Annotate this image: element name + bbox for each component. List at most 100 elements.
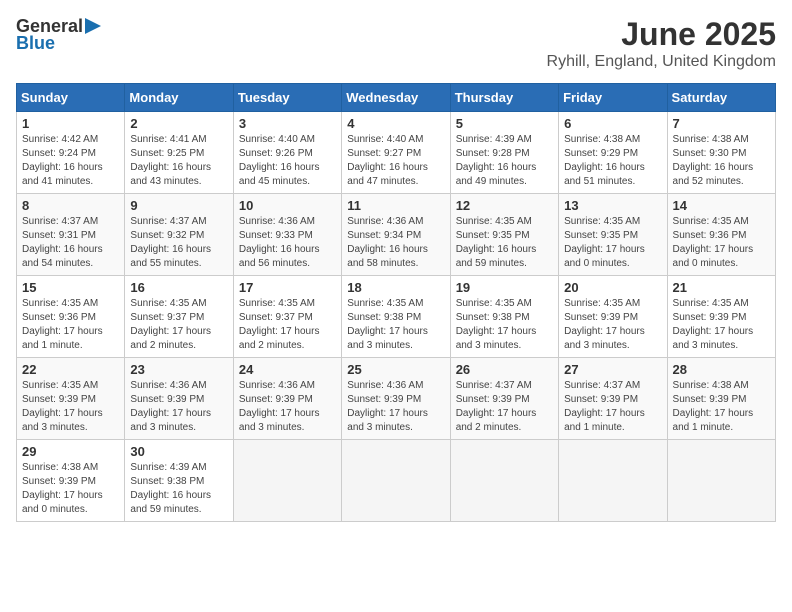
day-info: Sunrise: 4:36 AMSunset: 9:33 PMDaylight:… [239,215,336,271]
day-info: Sunrise: 4:39 AMSunset: 9:38 PMDaylight:… [130,461,227,517]
table-row [233,440,341,522]
day-number: 2 [130,116,227,131]
table-row: 14Sunrise: 4:35 AMSunset: 9:36 PMDayligh… [667,194,775,276]
day-info: Sunrise: 4:37 AMSunset: 9:39 PMDaylight:… [456,379,553,435]
table-row: 27 Sunrise: 4:37 AMSunset: 9:39 PMDayligh… [559,358,667,440]
table-row: 7Sunrise: 4:38 AMSunset: 9:30 PMDaylight… [667,112,775,194]
logo-blue-text: Blue [16,33,55,54]
day-info: Sunrise: 4:42 AMSunset: 9:24 PMDaylight:… [22,133,119,189]
col-friday: Friday [559,84,667,112]
day-number: 10 [239,198,336,213]
col-tuesday: Tuesday [233,84,341,112]
logo-arrow-icon [85,16,105,36]
table-row: 6 Sunrise: 4:38 AMSunset: 9:29 PMDaylight… [559,112,667,194]
col-thursday: Thursday [450,84,558,112]
calendar-header-row: Sunday Monday Tuesday Wednesday Thursday… [17,84,776,112]
table-row: 23Sunrise: 4:36 AMSunset: 9:39 PMDayligh… [125,358,233,440]
table-row: 21 Sunrise: 4:35 AMSunset: 9:39 PMDayligh… [667,276,775,358]
calendar-week-row: 15Sunrise: 4:35 AMSunset: 9:36 PMDayligh… [17,276,776,358]
calendar-week-row: 1Sunrise: 4:42 AMSunset: 9:24 PMDaylight… [17,112,776,194]
day-info: Sunrise: 4:38 AMSunset: 9:39 PMDaylight:… [22,461,119,517]
table-row: 17 Sunrise: 4:35 AMSunset: 9:37 PMDayligh… [233,276,341,358]
day-number: 30 [130,444,227,459]
day-number: 25 [347,362,444,377]
day-number: 17 [239,280,336,295]
table-row: 18 Sunrise: 4:35 AMSunset: 9:38 PMDayligh… [342,276,450,358]
day-number: 5 [456,116,553,131]
table-row: 4 Sunrise: 4:40 AMSunset: 9:27 PMDaylight… [342,112,450,194]
day-info: Sunrise: 4:37 AMSunset: 9:32 PMDaylight:… [130,215,227,271]
day-info: Sunrise: 4:35 AMSunset: 9:37 PMDaylight:… [130,297,227,353]
day-number: 13 [564,198,661,213]
table-row: 25 Sunrise: 4:36 AMSunset: 9:39 PMDayligh… [342,358,450,440]
day-info: Sunrise: 4:38 AMSunset: 9:39 PMDaylight:… [673,379,770,435]
table-row: 28 Sunrise: 4:38 AMSunset: 9:39 PMDayligh… [667,358,775,440]
day-info: Sunrise: 4:36 AMSunset: 9:34 PMDaylight:… [347,215,444,271]
day-info: Sunrise: 4:38 AMSunset: 9:30 PMDaylight:… [673,133,770,189]
table-row: 3 Sunrise: 4:40 AMSunset: 9:26 PMDaylight… [233,112,341,194]
day-info: Sunrise: 4:36 AMSunset: 9:39 PMDaylight:… [130,379,227,435]
table-row: 19Sunrise: 4:35 AMSunset: 9:38 PMDayligh… [450,276,558,358]
day-info: Sunrise: 4:39 AMSunset: 9:28 PMDaylight:… [456,133,553,189]
table-row: 16 Sunrise: 4:35 AMSunset: 9:37 PMDayligh… [125,276,233,358]
table-row: 30 Sunrise: 4:39 AMSunset: 9:38 PMDayligh… [125,440,233,522]
col-sunday: Sunday [17,84,125,112]
day-info: Sunrise: 4:40 AMSunset: 9:26 PMDaylight:… [239,133,336,189]
day-info: Sunrise: 4:35 AMSunset: 9:39 PMDaylight:… [673,297,770,353]
day-number: 14 [673,198,770,213]
day-number: 27 [564,362,661,377]
col-monday: Monday [125,84,233,112]
day-number: 4 [347,116,444,131]
day-info: Sunrise: 4:36 AMSunset: 9:39 PMDaylight:… [239,379,336,435]
day-number: 19 [456,280,553,295]
col-wednesday: Wednesday [342,84,450,112]
table-row: 12Sunrise: 4:35 AMSunset: 9:35 PMDayligh… [450,194,558,276]
day-number: 29 [22,444,119,459]
day-number: 26 [456,362,553,377]
day-info: Sunrise: 4:35 AMSunset: 9:39 PMDaylight:… [22,379,119,435]
col-saturday: Saturday [667,84,775,112]
table-row: 24Sunrise: 4:36 AMSunset: 9:39 PMDayligh… [233,358,341,440]
day-info: Sunrise: 4:35 AMSunset: 9:35 PMDaylight:… [564,215,661,271]
table-row: 5 Sunrise: 4:39 AMSunset: 9:28 PMDaylight… [450,112,558,194]
table-row [342,440,450,522]
table-row: 1Sunrise: 4:42 AMSunset: 9:24 PMDaylight… [17,112,125,194]
day-info: Sunrise: 4:36 AMSunset: 9:39 PMDaylight:… [347,379,444,435]
day-info: Sunrise: 4:35 AMSunset: 9:35 PMDaylight:… [456,215,553,271]
table-row: 10 Sunrise: 4:36 AMSunset: 9:33 PMDayligh… [233,194,341,276]
day-info: Sunrise: 4:37 AMSunset: 9:31 PMDaylight:… [22,215,119,271]
calendar-table: Sunday Monday Tuesday Wednesday Thursday… [16,83,776,522]
table-row: 20Sunrise: 4:35 AMSunset: 9:39 PMDayligh… [559,276,667,358]
day-number: 18 [347,280,444,295]
table-row: 9 Sunrise: 4:37 AMSunset: 9:32 PMDaylight… [125,194,233,276]
table-row: 8 Sunrise: 4:37 AMSunset: 9:31 PMDaylight… [17,194,125,276]
day-info: Sunrise: 4:40 AMSunset: 9:27 PMDaylight:… [347,133,444,189]
table-row: 22 Sunrise: 4:35 AMSunset: 9:39 PMDayligh… [17,358,125,440]
month-title: June 2025 [547,16,776,53]
day-number: 11 [347,198,444,213]
day-number: 28 [673,362,770,377]
day-number: 6 [564,116,661,131]
day-info: Sunrise: 4:35 AMSunset: 9:38 PMDaylight:… [347,297,444,353]
day-number: 16 [130,280,227,295]
table-row [450,440,558,522]
table-row: 26 Sunrise: 4:37 AMSunset: 9:39 PMDayligh… [450,358,558,440]
day-info: Sunrise: 4:35 AMSunset: 9:37 PMDaylight:… [239,297,336,353]
day-info: Sunrise: 4:37 AMSunset: 9:39 PMDaylight:… [564,379,661,435]
day-number: 22 [22,362,119,377]
day-number: 9 [130,198,227,213]
table-row [667,440,775,522]
day-number: 8 [22,198,119,213]
day-number: 21 [673,280,770,295]
location-subtitle: Ryhill, England, United Kingdom [547,53,776,71]
calendar-week-row: 22 Sunrise: 4:35 AMSunset: 9:39 PMDayligh… [17,358,776,440]
day-number: 3 [239,116,336,131]
day-number: 20 [564,280,661,295]
table-row [559,440,667,522]
day-info: Sunrise: 4:38 AMSunset: 9:29 PMDaylight:… [564,133,661,189]
calendar-week-row: 8 Sunrise: 4:37 AMSunset: 9:31 PMDaylight… [17,194,776,276]
table-row: 15Sunrise: 4:35 AMSunset: 9:36 PMDayligh… [17,276,125,358]
day-number: 15 [22,280,119,295]
page-header: General Blue June 2025 Ryhill, England, … [16,16,776,71]
day-info: Sunrise: 4:41 AMSunset: 9:25 PMDaylight:… [130,133,227,189]
